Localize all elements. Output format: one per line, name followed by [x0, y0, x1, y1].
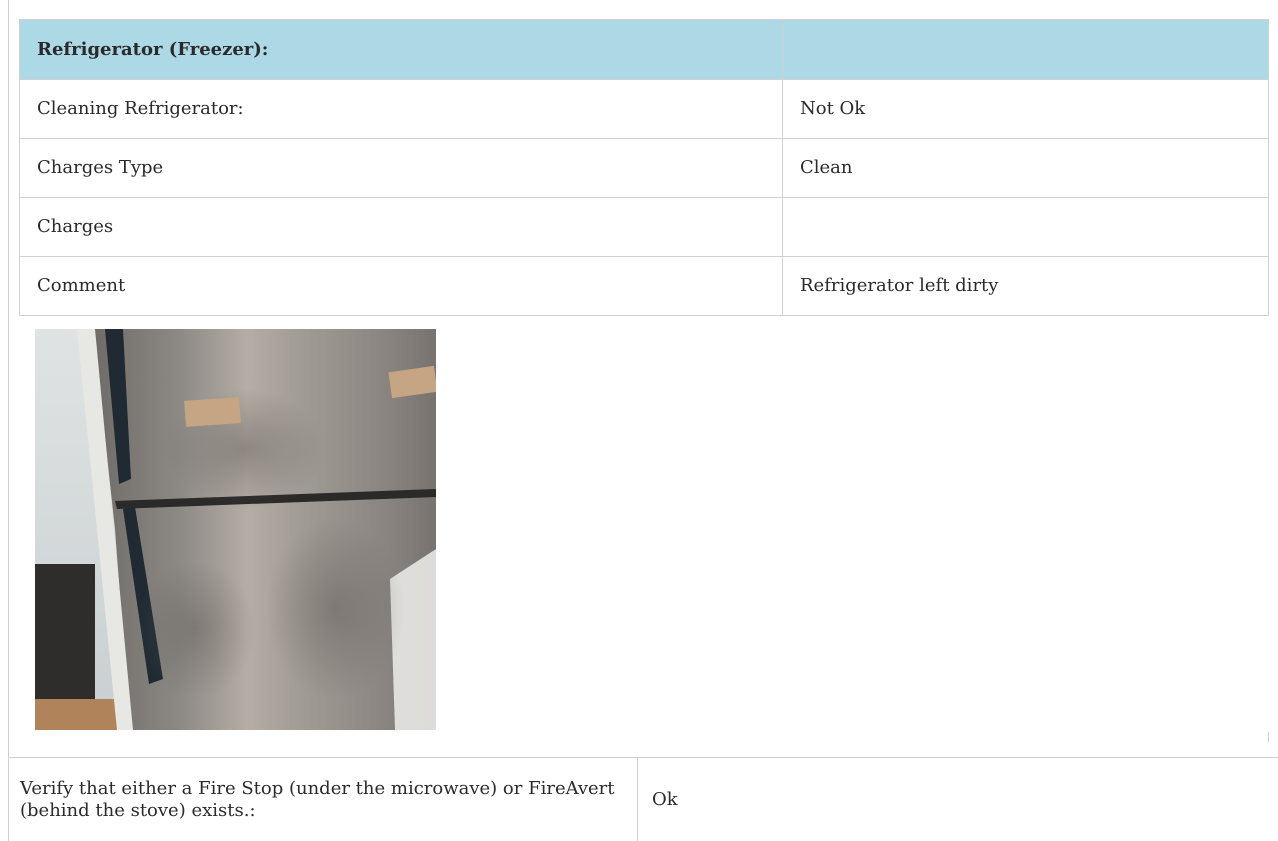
- row-value-fire-stop: Ok: [652, 788, 678, 810]
- section-title-value: [782, 19, 1269, 80]
- table-row: Charges Type Clean: [19, 138, 1269, 198]
- table-row: Comment Refrigerator left dirty: [19, 256, 1269, 316]
- row-value-charges: [782, 197, 1269, 257]
- right-border-line: [1268, 732, 1269, 742]
- refrigerator-photo[interactable]: [35, 329, 436, 730]
- left-border-line: [8, 0, 9, 841]
- row-value-cleaning-refrigerator: Not Ok: [782, 79, 1269, 139]
- table-row: Cleaning Refrigerator: Not Ok: [19, 79, 1269, 139]
- table-header-row: Refrigerator (Freezer):: [19, 19, 1269, 80]
- row-label-cleaning-refrigerator: Cleaning Refrigerator:: [19, 79, 783, 139]
- fire-stop-table: Verify that either a Fire Stop (under th…: [8, 758, 1278, 841]
- row-label-fire-stop: Verify that either a Fire Stop (under th…: [8, 758, 638, 841]
- row-value-comment: Refrigerator left dirty: [782, 256, 1269, 316]
- row-label-charges-type: Charges Type: [19, 138, 783, 198]
- row-label-charges: Charges: [19, 197, 783, 257]
- table-row: Verify that either a Fire Stop (under th…: [8, 758, 1278, 841]
- row-label-comment: Comment: [19, 256, 783, 316]
- refrigerator-freezer-table: Refrigerator (Freezer): Cleaning Refrige…: [19, 19, 1269, 316]
- section-title: Refrigerator (Freezer):: [19, 19, 783, 80]
- row-value-charges-type: Clean: [782, 138, 1269, 198]
- table-row: Charges: [19, 197, 1269, 257]
- refrigerator-photo-image: [35, 329, 436, 730]
